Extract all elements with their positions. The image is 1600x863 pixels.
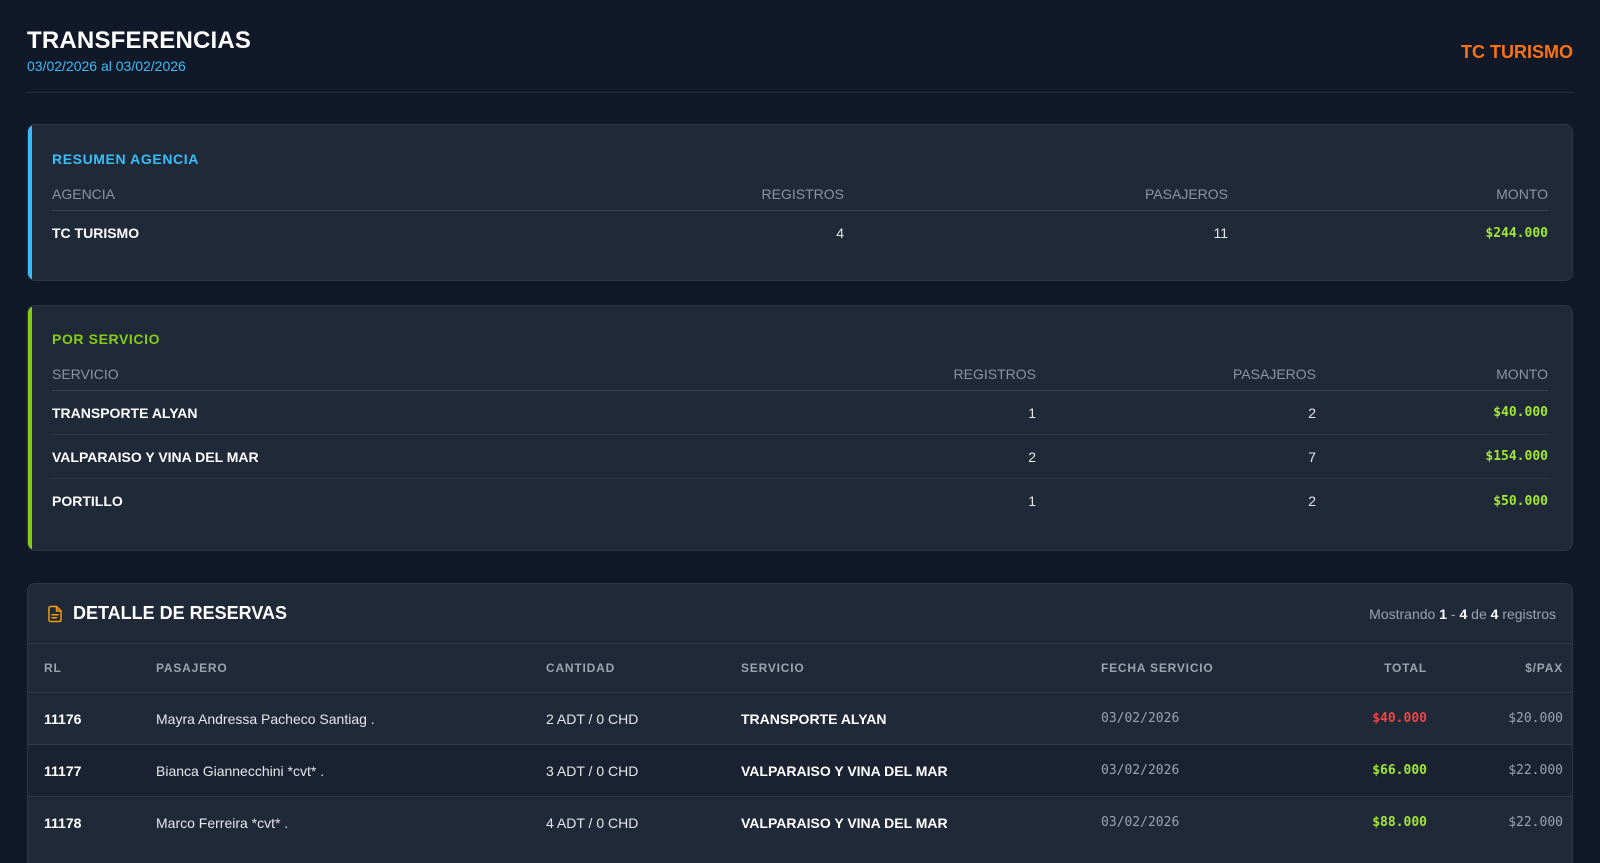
service-name: TRANSPORTE ALYAN <box>52 404 198 421</box>
records-count: Mostrando 1 - 4 de 4 registros <box>1369 606 1556 622</box>
table-row[interactable]: 11178 Marco Ferreira *cvt* . 4 ADT / 0 C… <box>28 796 1572 848</box>
per-pax-amount: $22.000 <box>1508 763 1563 778</box>
column-header-pasajero[interactable]: PASAJERO <box>156 661 546 675</box>
per-pax-amount: $22.000 <box>1508 815 1563 830</box>
column-header: SERVICIO <box>52 365 119 382</box>
pasajeros-value: 11 <box>1213 225 1228 241</box>
rl-number: 11177 <box>44 762 82 779</box>
column-header-servicio[interactable]: SERVICIO <box>741 661 1101 675</box>
showing-prefix: Mostrando <box>1369 605 1436 622</box>
table-header: AGENCIA REGISTROS PASAJEROS MONTO <box>52 177 1548 211</box>
column-header-total[interactable]: TOTAL <box>1291 661 1427 675</box>
showing-of: de <box>1471 605 1487 622</box>
quantity: 4 ADT / 0 CHD <box>546 814 639 831</box>
column-header: AGENCIA <box>52 185 116 202</box>
reservations-detail-card: DETALLE DE RESERVAS Mostrando 1 - 4 de 4… <box>27 583 1573 863</box>
document-icon <box>46 605 64 623</box>
date-range: 03/02/2026 al 03/02/2026 <box>27 58 186 74</box>
section-title: RESUMEN AGENCIA <box>52 151 199 167</box>
registros-value: 1 <box>1028 493 1036 509</box>
passenger-name: Mayra Andressa Pacheco Santiag . <box>156 710 375 727</box>
pasajeros-value: 7 <box>1308 448 1316 465</box>
total-amount: $88.000 <box>1372 815 1427 830</box>
column-header: REGISTROS <box>761 185 844 202</box>
column-header-rl[interactable]: RL <box>44 661 156 675</box>
column-header: REGISTROS <box>953 365 1036 382</box>
service-name: PORTILLO <box>52 493 123 509</box>
monto-value: $244.000 <box>1485 225 1548 241</box>
passenger-name: Bianca Giannecchini *cvt* . <box>156 762 325 779</box>
column-header: PASAJEROS <box>1145 185 1228 202</box>
column-header: MONTO <box>1496 185 1548 202</box>
pasajeros-value: 2 <box>1308 493 1316 509</box>
agency-summary-card: RESUMEN AGENCIA AGENCIA REGISTROS PASAJE… <box>27 124 1573 281</box>
showing-total: 4 <box>1490 605 1499 622</box>
table-row: VALPARAISO Y VINA DEL MAR 2 7 $154.000 <box>52 435 1548 479</box>
column-header-fecha[interactable]: FECHA SERVICIO <box>1101 661 1291 675</box>
agency-name: TC TURISMO <box>52 225 140 241</box>
service-date: 03/02/2026 <box>1101 711 1180 726</box>
column-header: MONTO <box>1496 365 1548 382</box>
detail-title-block: DETALLE DE RESERVAS <box>46 603 287 624</box>
registros-value: 4 <box>836 225 844 241</box>
page-header: TRANSFERENCIAS 03/02/2026 al 03/02/2026 … <box>27 0 1573 93</box>
per-pax-amount: $20.000 <box>1508 711 1563 726</box>
total-amount: $66.000 <box>1372 763 1427 778</box>
section-title: POR SERVICIO <box>52 331 161 347</box>
card-accent-bar <box>28 125 32 280</box>
table-header: RL PASAJERO CANTIDAD SERVICIO FECHA SERV… <box>28 644 1572 692</box>
pasajeros-value: 2 <box>1308 404 1316 421</box>
registros-value: 1 <box>1028 404 1036 421</box>
service-date: 03/02/2026 <box>1101 815 1180 830</box>
report-page: TRANSFERENCIAS 03/02/2026 al 03/02/2026 … <box>0 0 1600 863</box>
column-header-pax[interactable]: $/PAX <box>1427 661 1563 675</box>
quantity: 3 ADT / 0 CHD <box>546 762 639 779</box>
service-summary-card: POR SERVICIO SERVICIO REGISTROS PASAJERO… <box>27 305 1573 551</box>
quantity: 2 ADT / 0 CHD <box>546 710 639 727</box>
service-name: VALPARAISO Y VINA DEL MAR <box>741 762 948 779</box>
table-row[interactable]: 11177 Bianca Giannecchini *cvt* . 3 ADT … <box>28 744 1572 796</box>
monto-value: $40.000 <box>1493 405 1548 420</box>
table-row: TC TURISMO 4 11 $244.000 <box>52 211 1548 255</box>
showing-to: 4 <box>1459 605 1468 622</box>
detail-header: DETALLE DE RESERVAS Mostrando 1 - 4 de 4… <box>28 584 1572 644</box>
service-name: VALPARAISO Y VINA DEL MAR <box>741 814 948 831</box>
page-title: TRANSFERENCIAS <box>27 27 252 54</box>
monto-value: $50.000 <box>1493 493 1548 509</box>
monto-value: $154.000 <box>1485 449 1548 464</box>
detail-title: DETALLE DE RESERVAS <box>73 603 288 623</box>
table-row: PORTILLO 1 2 $50.000 <box>52 479 1548 523</box>
passenger-name: Marco Ferreira *cvt* . <box>156 814 289 831</box>
service-name: TRANSPORTE ALYAN <box>741 710 887 727</box>
card-accent-bar <box>28 306 32 550</box>
column-header-cantidad[interactable]: CANTIDAD <box>546 661 741 675</box>
service-name: VALPARAISO Y VINA DEL MAR <box>52 448 259 465</box>
column-header: PASAJEROS <box>1233 365 1316 382</box>
table-row[interactable]: 11176 Mayra Andressa Pacheco Santiag . 2… <box>28 692 1572 744</box>
rl-number: 11176 <box>44 710 82 727</box>
registros-value: 2 <box>1028 448 1036 465</box>
showing-suffix: registros <box>1502 605 1556 622</box>
rl-number: 11178 <box>44 814 82 831</box>
showing-separator: - <box>1450 605 1456 622</box>
brand-name: TC TURISMO <box>1461 42 1573 62</box>
table-row: TRANSPORTE ALYAN 1 2 $40.000 <box>52 391 1548 435</box>
total-amount: $40.000 <box>1372 711 1427 726</box>
table-header: SERVICIO REGISTROS PASAJEROS MONTO <box>52 357 1548 391</box>
title-block: TRANSFERENCIAS 03/02/2026 al 03/02/2026 <box>27 27 251 74</box>
showing-from: 1 <box>1439 605 1448 622</box>
service-date: 03/02/2026 <box>1101 763 1180 778</box>
